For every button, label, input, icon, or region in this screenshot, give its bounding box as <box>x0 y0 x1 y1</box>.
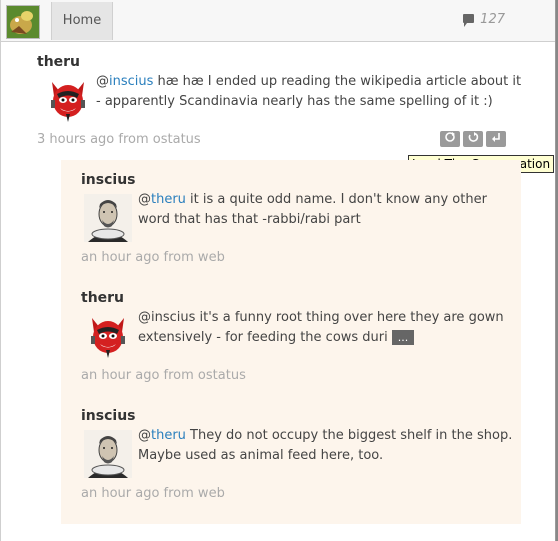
reply-icon[interactable] <box>440 131 460 147</box>
conversation-body: it is a quite odd name. I don't know any… <box>138 192 487 227</box>
expand-conversation-icon[interactable] <box>486 131 506 147</box>
comment-bubble-icon <box>463 14 475 27</box>
more-button[interactable]: ... <box>391 330 415 345</box>
portrait-avatar-icon <box>84 194 132 242</box>
conversation-body: They do not occupy the biggest shelf in … <box>138 428 513 463</box>
conversation-text: @theru it is a quite odd name. I don't k… <box>138 192 487 227</box>
post-actions <box>437 131 506 147</box>
conversation-meta[interactable]: an hour ago from ostatus <box>81 368 246 383</box>
devil-avatar-icon <box>51 82 85 122</box>
tab-home[interactable]: Home <box>51 2 113 40</box>
post-meta[interactable]: 3 hours ago from ostatus <box>37 132 201 147</box>
app-logo[interactable] <box>6 5 40 39</box>
avatar-theru[interactable] <box>84 312 132 360</box>
post-body: hæ hæ I ended up reading the wikipedia a… <box>96 74 522 109</box>
avatar-theru[interactable] <box>44 76 92 124</box>
avatar-inscius[interactable] <box>84 430 132 478</box>
devil-avatar-icon <box>91 318 125 358</box>
conversation-meta[interactable]: an hour ago from web <box>81 250 225 265</box>
count-value: 127 <box>480 12 505 27</box>
post-author[interactable]: theru <box>37 54 80 70</box>
conversation-author[interactable]: inscius <box>81 408 136 424</box>
avatar-inscius[interactable] <box>84 194 132 242</box>
post-text: @inscius hæ hæ I ended up reading the wi… <box>96 74 522 109</box>
notification-count[interactable]: 127 <box>463 12 505 27</box>
mention-link[interactable]: theru <box>151 428 186 443</box>
portrait-avatar-icon <box>84 430 132 478</box>
conversation-author[interactable]: theru <box>81 290 124 306</box>
mention-link[interactable]: theru <box>151 192 186 207</box>
logo-icon <box>7 6 39 38</box>
mention-link[interactable]: inscius <box>109 74 153 89</box>
conversation-text: @inscius it's a funny root thing over he… <box>138 308 518 348</box>
conversation-author[interactable]: inscius <box>81 172 136 188</box>
top-bar: Home 127 <box>1 0 555 42</box>
conversation-body: @inscius it's a funny root thing over he… <box>138 310 504 345</box>
conversation-text: @theru They do not occupy the biggest sh… <box>138 428 513 463</box>
conversation-meta[interactable]: an hour ago from web <box>81 486 225 501</box>
repeat-icon[interactable] <box>463 131 483 147</box>
